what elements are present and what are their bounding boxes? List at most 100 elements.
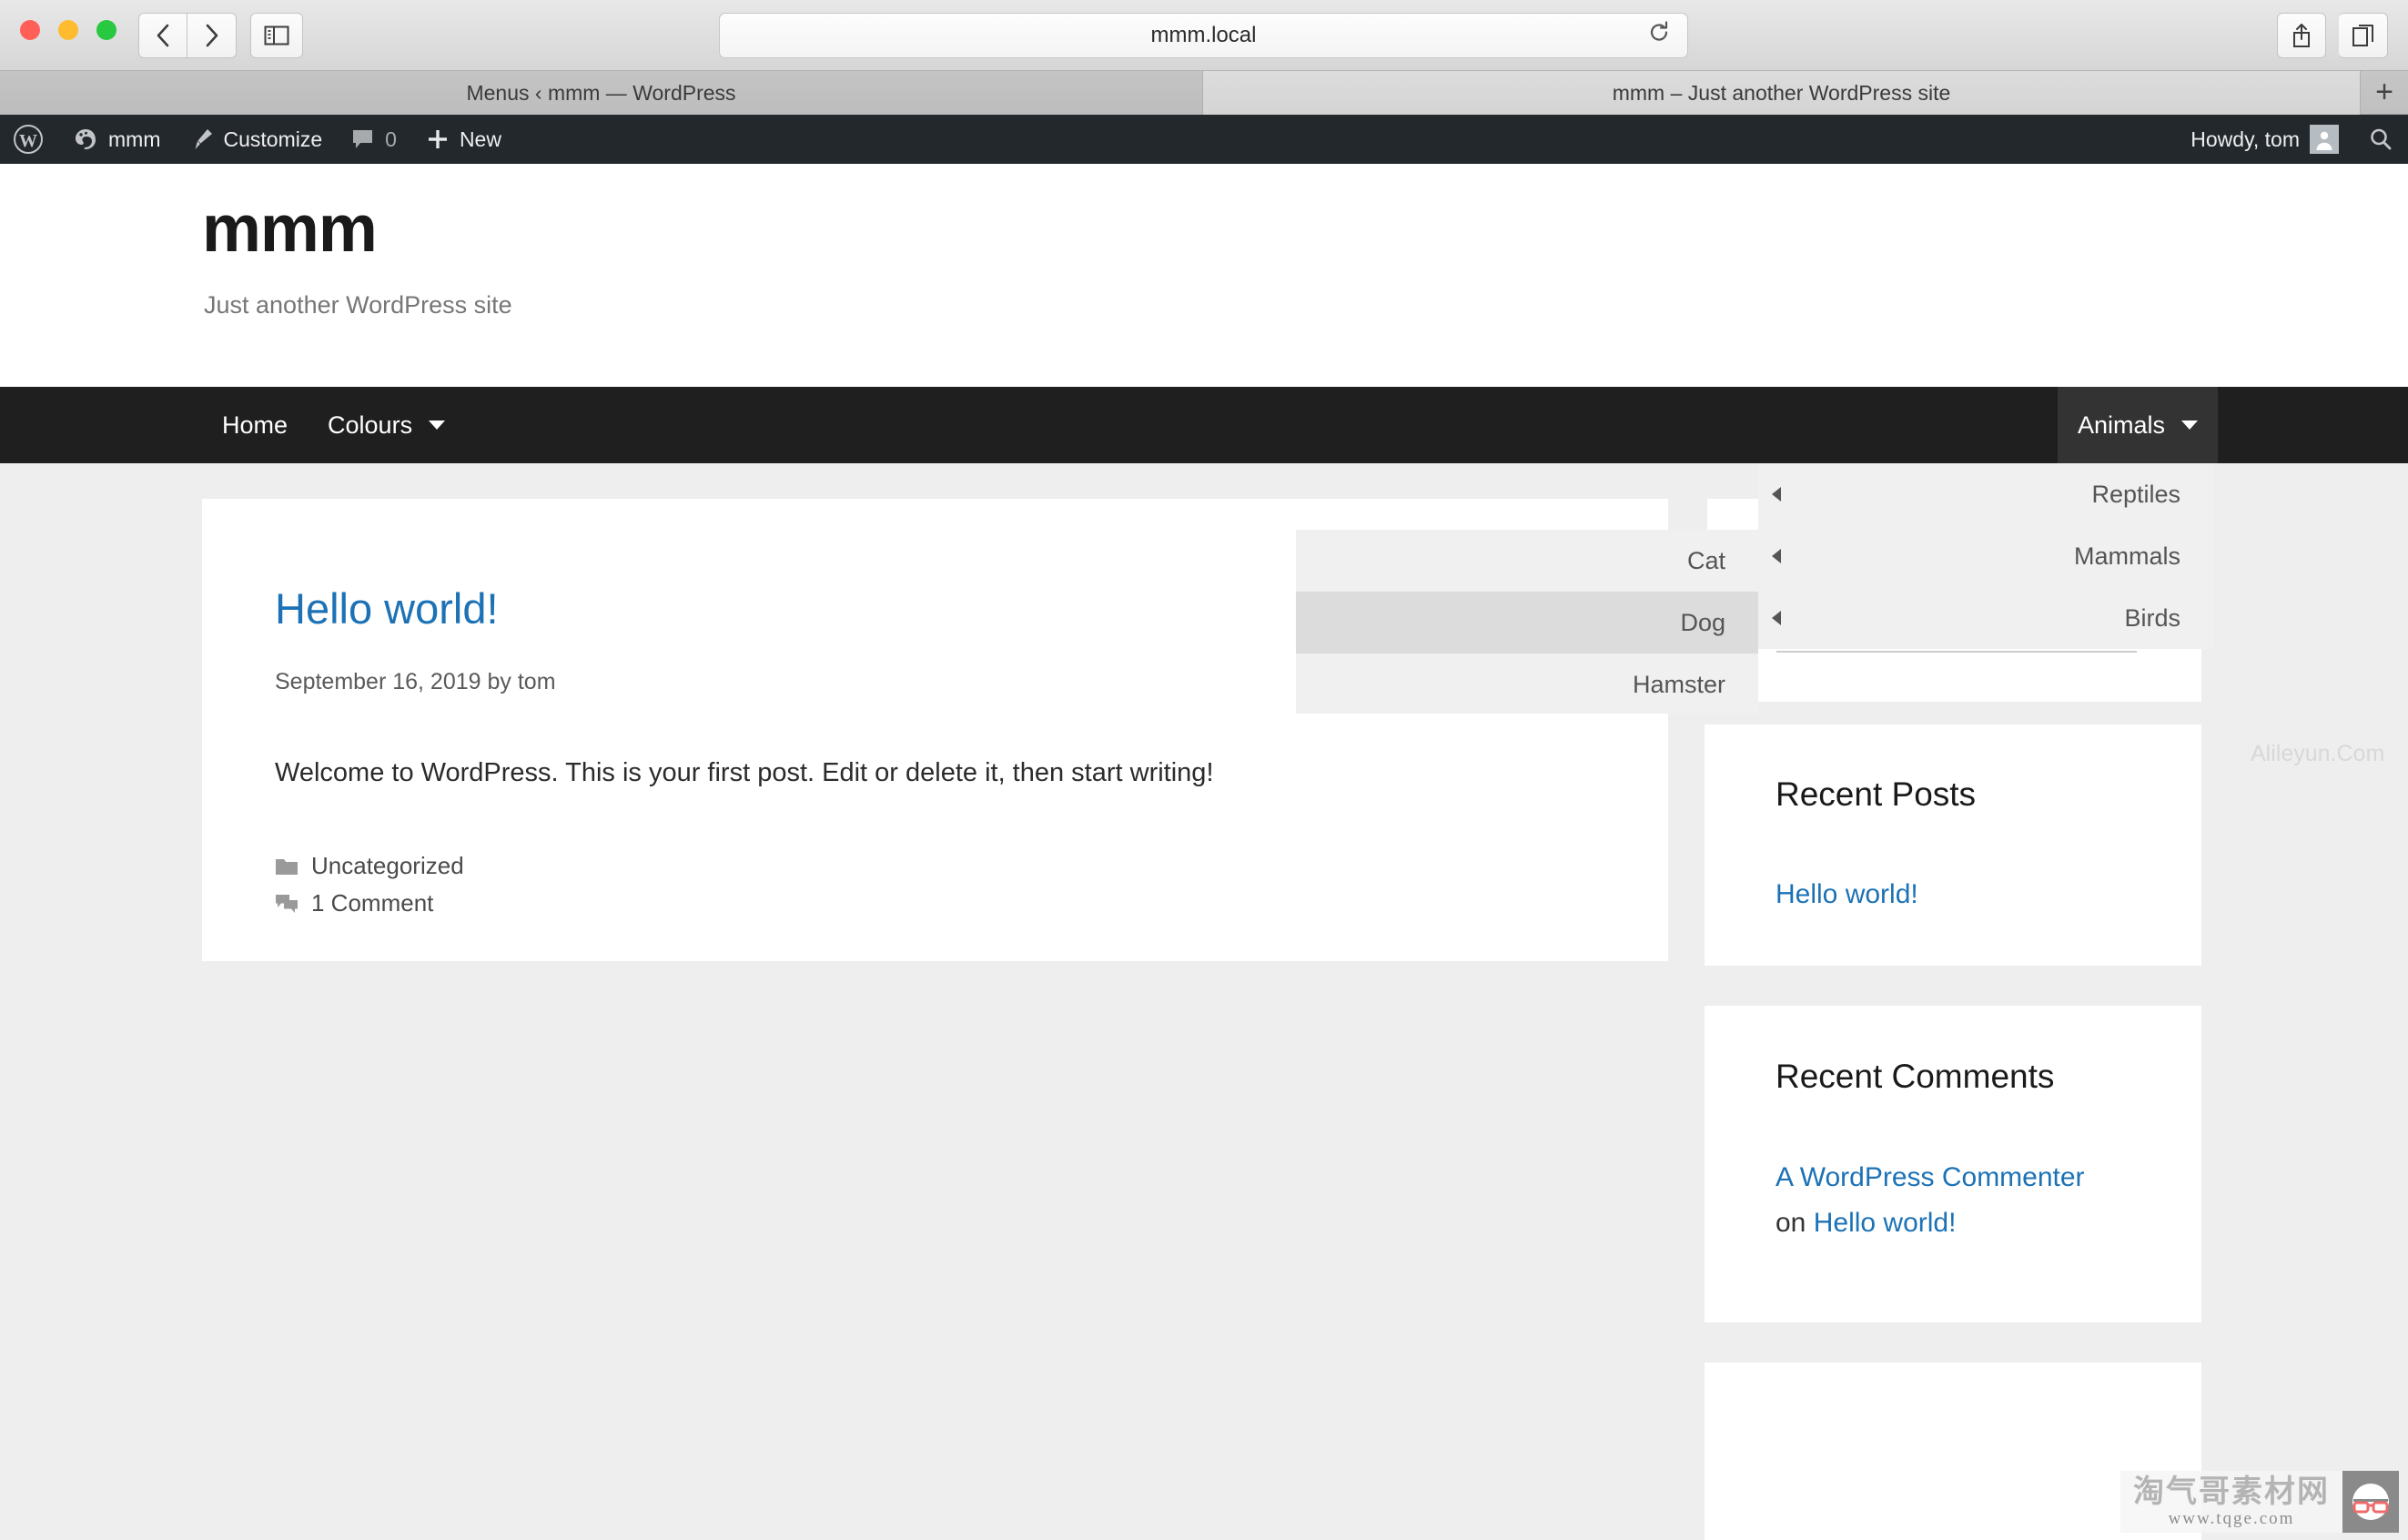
watermark-logo: 淘气哥素材网 www.tqge.com [2120, 1471, 2399, 1533]
post-category-label: Uncategorized [311, 852, 464, 879]
chevron-left-icon [157, 24, 169, 47]
post-comments-label: 1 Comment [311, 889, 434, 917]
new-tab-button[interactable]: + [2361, 71, 2408, 114]
submenu-item-hamster[interactable]: Hamster [1296, 653, 1758, 715]
comment-count: 0 [385, 127, 397, 151]
svg-text:W: W [19, 131, 37, 151]
widget-title: Recent Posts [1776, 775, 1977, 813]
chevron-left-icon [1772, 487, 1781, 502]
site-header: mmm Just another WordPress site [0, 164, 2408, 387]
submenu-animals-divider [1776, 651, 2137, 653]
submenu-animals-underlay [1705, 649, 2201, 702]
avatar [2310, 125, 2339, 154]
submenu-item-reptiles[interactable]: Reptiles [1758, 463, 2213, 525]
comment-bubble-icon [353, 130, 373, 148]
plus-icon [428, 130, 447, 148]
wordpress-logo-icon: W [14, 125, 43, 154]
address-bar[interactable]: mmm.local [719, 13, 1688, 58]
site-name-label: mmm [108, 127, 161, 151]
nav-left-group: Home Colours [202, 387, 465, 463]
my-account-menu[interactable]: Howdy, tom [2176, 115, 2353, 164]
browser-chrome: mmm.local [0, 0, 2408, 71]
nav-item-label: Animals [2077, 410, 2165, 439]
submenu-item-dog[interactable]: Dog [1296, 592, 1758, 653]
recent-post-link[interactable]: Hello world! [1776, 879, 1918, 910]
paintbrush-icon [195, 129, 213, 149]
share-button[interactable] [2277, 13, 2326, 58]
site-title[interactable]: mmm [202, 191, 378, 267]
nav-right-group: Animals [2057, 387, 2218, 463]
browser-tab-menus[interactable]: Menus ‹ mmm — WordPress [0, 71, 1203, 115]
chevron-down-icon [2181, 420, 2198, 430]
browser-tab-site[interactable]: mmm – Just another WordPress site [1203, 71, 2361, 115]
site-name-menu[interactable]: mmm [58, 115, 175, 164]
nav-item-animals[interactable]: Animals [2057, 387, 2218, 463]
wp-admin-bar: W mmm Customize 0 New Howdy, tom [0, 115, 2408, 164]
chrome-right-buttons [2277, 13, 2388, 58]
submenu-item-birds[interactable]: Birds [1758, 587, 2213, 649]
back-button[interactable] [138, 13, 187, 58]
glasses-icon [2352, 1484, 2389, 1521]
forward-button[interactable] [187, 13, 237, 58]
submenu-item-mammals[interactable]: Mammals [1758, 525, 2213, 587]
submenu-item-cat[interactable]: Cat [1296, 530, 1758, 592]
nav-item-colours[interactable]: Colours [308, 387, 465, 463]
user-icon [2316, 131, 2332, 150]
url-text: mmm.local [1150, 23, 1257, 47]
close-window-button[interactable] [20, 20, 40, 40]
nav-item-label: Home [222, 410, 288, 439]
chevron-left-icon [1772, 549, 1781, 563]
post-comments-row[interactable]: 1 Comment [275, 889, 464, 917]
recent-comment-on-line: on Hello world! [1776, 1208, 1956, 1239]
customize-link[interactable]: Customize [175, 115, 337, 164]
post-title-link[interactable]: Hello world! [275, 583, 499, 633]
watermark-badge [2342, 1471, 2399, 1533]
submenu-item-label: Cat [1686, 546, 1725, 574]
post-category-row[interactable]: Uncategorized [275, 852, 464, 880]
submenu-mammals: Cat Dog Hamster [1296, 530, 1758, 714]
chevron-down-icon [429, 420, 446, 430]
widget-title: Recent Comments [1776, 1058, 2055, 1095]
nav-item-label: Colours [328, 410, 413, 439]
comments-link[interactable]: 0 [337, 115, 411, 164]
maximize-window-button[interactable] [96, 20, 116, 40]
recent-comment-post-link[interactable]: Hello world! [1814, 1208, 1957, 1238]
tab-label: mmm – Just another WordPress site [1612, 80, 1951, 105]
post-excerpt: Welcome to WordPress. This is your first… [275, 758, 1214, 787]
tab-label: Menus ‹ mmm — WordPress [466, 80, 736, 105]
admin-bar-search-button[interactable] [2353, 115, 2408, 164]
submenu-notch-right [1707, 499, 1758, 530]
submenu-notch-bottom [1668, 714, 1707, 746]
comments-icon [275, 893, 298, 915]
watermark-logo-text: 淘气哥素材网 www.tqge.com [2120, 1471, 2342, 1533]
plus-icon: + [2375, 75, 2393, 109]
tabs-overview-button[interactable] [2339, 13, 2388, 58]
minimize-window-button[interactable] [58, 20, 78, 40]
reload-button[interactable] [1647, 21, 1671, 51]
reload-icon [1650, 21, 1668, 41]
watermark-logo-url: www.tqge.com [2168, 1509, 2295, 1528]
folder-icon [275, 856, 298, 876]
tabs-overview-icon [2352, 25, 2373, 46]
primary-navigation: Home Colours Animals [0, 387, 2408, 463]
new-content-link[interactable]: New [411, 115, 516, 164]
chevron-right-icon [206, 24, 218, 47]
submenu-notch-left [1668, 499, 1707, 530]
recent-comment-author-link[interactable]: A WordPress Commenter [1776, 1162, 2085, 1193]
sidebar-toggle-button[interactable] [250, 13, 303, 58]
submenu-animals: Reptiles Mammals Birds [1758, 463, 2213, 649]
post-meta: September 16, 2019 by tom [275, 669, 556, 694]
nav-item-home[interactable]: Home [202, 387, 308, 463]
chevron-left-icon [1772, 611, 1781, 625]
watermark-logo-cn: 淘气哥素材网 [2133, 1474, 2330, 1511]
navigation-buttons [138, 13, 237, 58]
watermark-text: Alileyun.Com [2251, 741, 2385, 766]
submenu-item-label: Mammals [2073, 542, 2180, 570]
submenu-item-label: Dog [1680, 608, 1725, 636]
admin-bar-right: Howdy, tom [2176, 115, 2408, 164]
widget-recent-comments: Recent Comments A WordPress Commenter on… [1705, 1006, 2201, 1322]
submenu-item-label: Reptiles [2091, 480, 2180, 508]
window-traffic-lights [20, 20, 116, 40]
search-icon [2371, 128, 2392, 150]
wp-logo-menu[interactable]: W [0, 115, 58, 164]
